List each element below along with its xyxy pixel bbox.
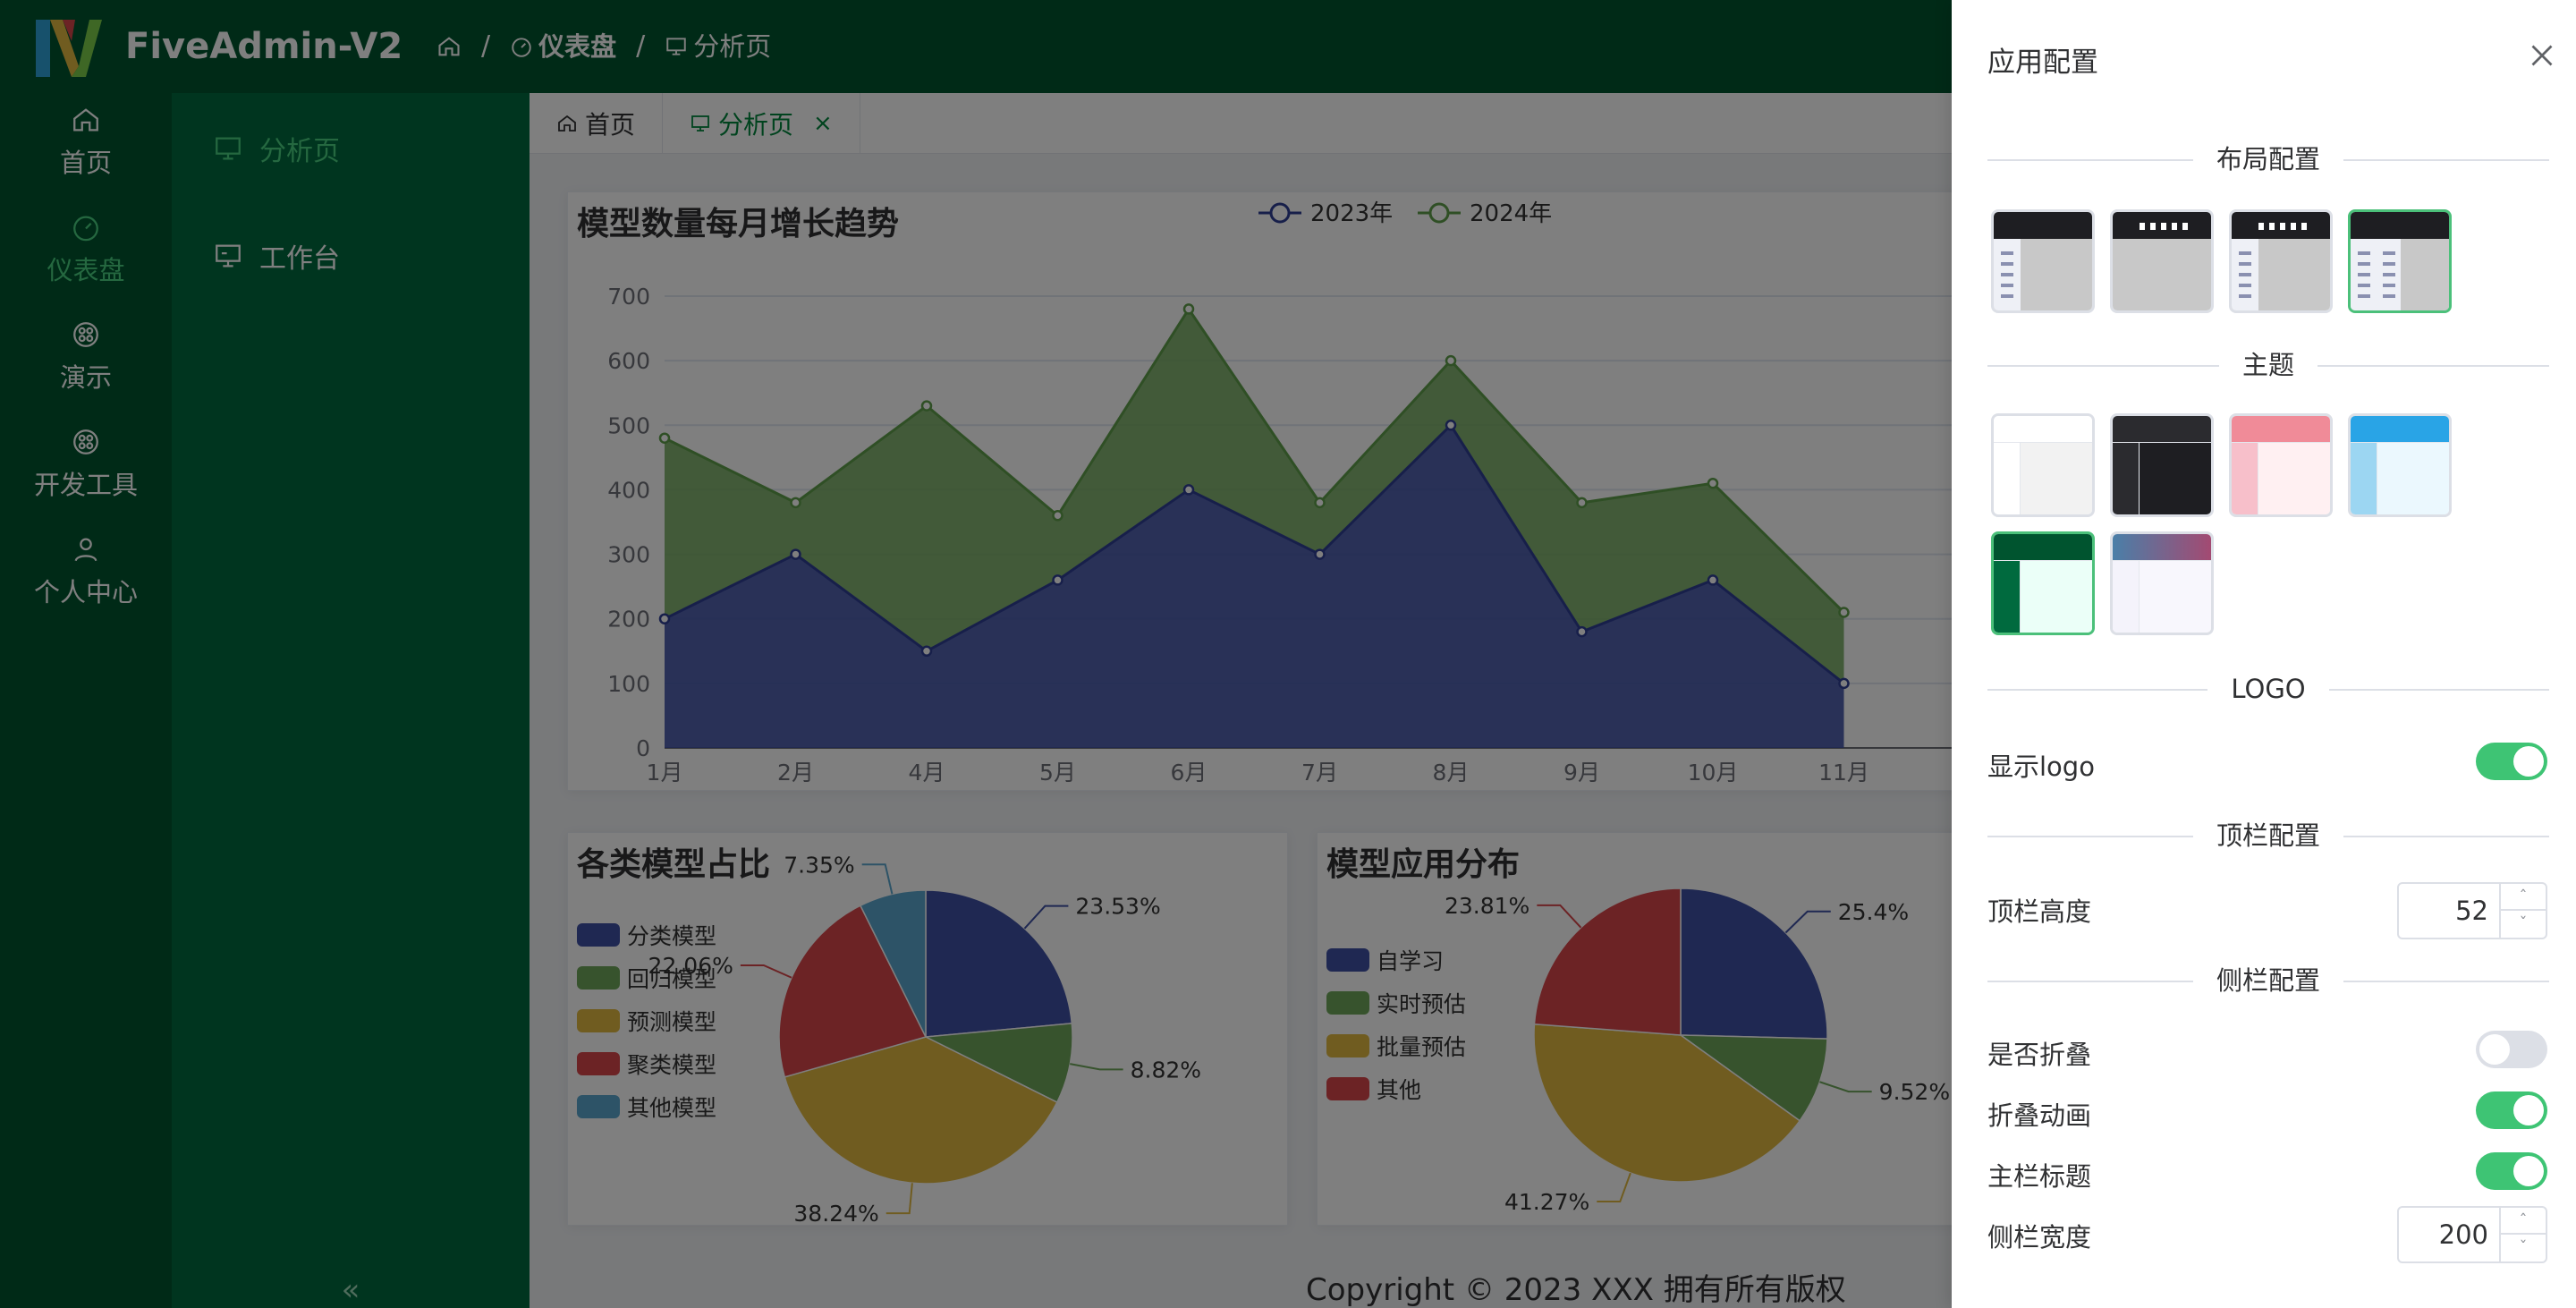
theme-option-pink[interactable] xyxy=(2229,413,2333,517)
increment-button[interactable]: ˆ xyxy=(2501,1208,2546,1235)
section-divider-topbar: 顶栏配置 xyxy=(1987,818,2549,854)
sidebar-collapse-label: 是否折叠 xyxy=(1987,1040,2092,1070)
section-divider-layout: 布局配置 xyxy=(1987,141,2549,177)
topbar-height-label: 顶栏高度 xyxy=(1987,896,2092,927)
section-title: 侧栏配置 xyxy=(2192,965,2343,996)
app-root: FiveAdmin-V2 / 仪表盘 / 分析页 首页 仪表盘 演示 xyxy=(0,0,2576,1308)
topbar-height-value[interactable]: 52 xyxy=(2399,884,2499,938)
sidebar-width-label: 侧栏宽度 xyxy=(1987,1222,2092,1253)
main-title-switch[interactable] xyxy=(2476,1152,2547,1190)
section-title: 布局配置 xyxy=(2192,144,2343,174)
theme-option-light[interactable] xyxy=(1991,413,2095,517)
layout-option-mixed-layout[interactable] xyxy=(2229,209,2333,313)
section-title: 主题 xyxy=(2218,350,2318,380)
section-divider-theme: 主题 xyxy=(1987,347,2549,383)
section-divider-logo: LOGO xyxy=(1987,671,2549,707)
layout-option-top-side-layout[interactable] xyxy=(1991,209,2095,313)
theme-option-blue[interactable] xyxy=(2348,413,2452,517)
section-title: 顶栏配置 xyxy=(2192,820,2343,851)
layout-option-dual-side-layout[interactable] xyxy=(2348,209,2452,313)
sidebar-collapse-switch[interactable] xyxy=(2476,1031,2547,1068)
theme-option-dark[interactable] xyxy=(2110,413,2214,517)
show-logo-label: 显示logo xyxy=(1987,752,2095,782)
close-icon[interactable] xyxy=(2526,39,2558,72)
topbar-height-input[interactable]: 52 ˆ ˇ xyxy=(2397,882,2547,939)
layout-option-top-menu-layout[interactable] xyxy=(2110,209,2214,313)
decrement-button[interactable]: ˇ xyxy=(2501,911,2546,938)
collapse-animation-switch[interactable] xyxy=(2476,1091,2547,1129)
sidebar-width-value[interactable]: 200 xyxy=(2399,1208,2499,1261)
drawer-title: 应用配置 xyxy=(1987,47,2098,79)
theme-option-gradient[interactable] xyxy=(2110,531,2214,635)
section-divider-sidebar: 侧栏配置 xyxy=(1987,963,2549,998)
increment-button[interactable]: ˆ xyxy=(2501,884,2546,911)
collapse-animation-label: 折叠动画 xyxy=(1987,1100,2092,1131)
section-title: LOGO xyxy=(2207,674,2329,704)
sidebar-width-input[interactable]: 200 ˆ ˇ xyxy=(2397,1206,2547,1263)
theme-option-green[interactable] xyxy=(1991,531,2095,635)
decrement-button[interactable]: ˇ xyxy=(2501,1235,2546,1261)
main-title-label: 主栏标题 xyxy=(1987,1161,2092,1192)
show-logo-switch[interactable] xyxy=(2476,743,2547,780)
